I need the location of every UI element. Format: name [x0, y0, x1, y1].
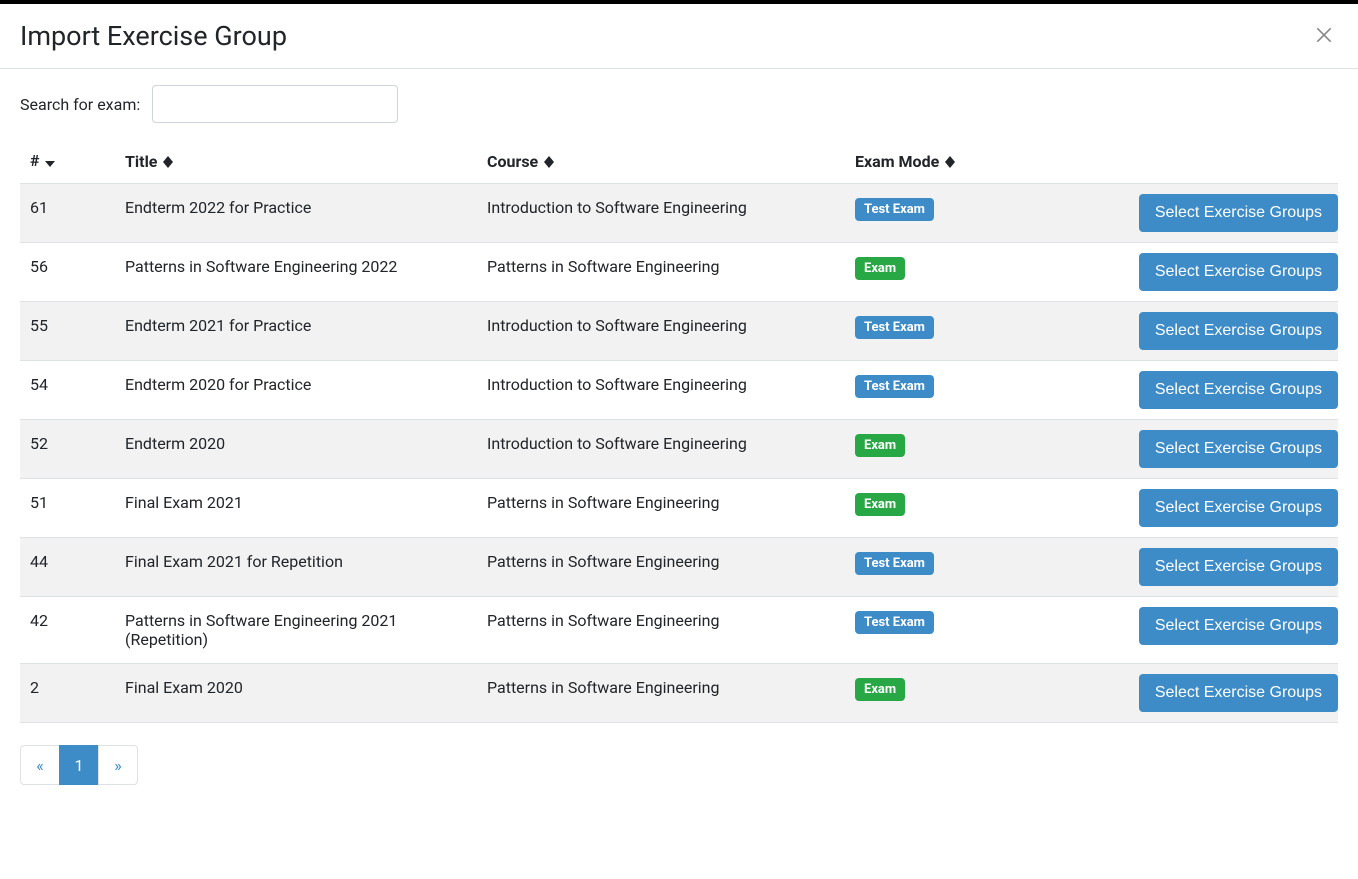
cell-id: 54: [20, 361, 115, 420]
cell-id: 42: [20, 597, 115, 664]
cell-action: Select Exercise Groups: [1115, 243, 1338, 302]
exam-badge: Exam: [855, 257, 905, 280]
modal-title: Import Exercise Group: [20, 20, 287, 52]
cell-exam-mode: Test Exam: [845, 361, 1115, 420]
select-exercise-groups-button[interactable]: Select Exercise Groups: [1139, 194, 1338, 232]
exam-badge: Exam: [855, 678, 905, 701]
column-header-title[interactable]: Title: [115, 141, 477, 184]
select-exercise-groups-button[interactable]: Select Exercise Groups: [1139, 371, 1338, 409]
close-button[interactable]: [1310, 21, 1338, 52]
cell-id: 52: [20, 420, 115, 479]
cell-exam-mode: Exam: [845, 243, 1115, 302]
cell-course: Patterns in Software Engineering: [477, 243, 845, 302]
column-header-exam-mode[interactable]: Exam Mode: [845, 141, 1115, 184]
cell-action: Select Exercise Groups: [1115, 420, 1338, 479]
cell-action: Select Exercise Groups: [1115, 302, 1338, 361]
table-row: 61Endterm 2022 for PracticeIntroduction …: [20, 184, 1338, 243]
cell-course: Introduction to Software Engineering: [477, 184, 845, 243]
table-row: 56Patterns in Software Engineering 2022P…: [20, 243, 1338, 302]
cell-exam-mode: Test Exam: [845, 597, 1115, 664]
test-exam-badge: Test Exam: [855, 611, 934, 634]
cell-course: Introduction to Software Engineering: [477, 420, 845, 479]
cell-title: Endterm 2021 for Practice: [115, 302, 477, 361]
cell-exam-mode: Test Exam: [845, 184, 1115, 243]
select-exercise-groups-button[interactable]: Select Exercise Groups: [1139, 430, 1338, 468]
test-exam-badge: Test Exam: [855, 552, 934, 575]
pagination-prev[interactable]: «: [20, 745, 60, 785]
cell-id: 44: [20, 538, 115, 597]
cell-course: Introduction to Software Engineering: [477, 361, 845, 420]
close-icon: [1314, 25, 1334, 48]
cell-title: Final Exam 2021: [115, 479, 477, 538]
table-row: 44Final Exam 2021 for RepetitionPatterns…: [20, 538, 1338, 597]
table-row: 42Patterns in Software Engineering 2021 …: [20, 597, 1338, 664]
cell-course: Patterns in Software Engineering: [477, 664, 845, 723]
sort-desc-icon: [45, 152, 55, 171]
cell-course: Patterns in Software Engineering: [477, 597, 845, 664]
search-row: Search for exam:: [20, 85, 1338, 123]
pagination-next[interactable]: »: [98, 745, 138, 785]
select-exercise-groups-button[interactable]: Select Exercise Groups: [1139, 253, 1338, 291]
table-row: 2Final Exam 2020Patterns in Software Eng…: [20, 664, 1338, 723]
search-input[interactable]: [152, 85, 398, 123]
cell-title: Endterm 2022 for Practice: [115, 184, 477, 243]
cell-title: Patterns in Software Engineering 2021 (R…: [115, 597, 477, 664]
cell-exam-mode: Test Exam: [845, 302, 1115, 361]
exam-badge: Exam: [855, 493, 905, 516]
test-exam-badge: Test Exam: [855, 198, 934, 221]
column-header-id[interactable]: #: [20, 141, 115, 184]
modal-body: Search for exam: # Title: [0, 69, 1358, 801]
cell-id: 56: [20, 243, 115, 302]
modal-header: Import Exercise Group: [0, 4, 1358, 69]
select-exercise-groups-button[interactable]: Select Exercise Groups: [1139, 548, 1338, 586]
test-exam-badge: Test Exam: [855, 316, 934, 339]
select-exercise-groups-button[interactable]: Select Exercise Groups: [1139, 607, 1338, 645]
cell-course: Patterns in Software Engineering: [477, 538, 845, 597]
cell-title: Patterns in Software Engineering 2022: [115, 243, 477, 302]
column-header-action: [1115, 141, 1338, 184]
cell-action: Select Exercise Groups: [1115, 538, 1338, 597]
cell-course: Introduction to Software Engineering: [477, 302, 845, 361]
cell-action: Select Exercise Groups: [1115, 479, 1338, 538]
cell-action: Select Exercise Groups: [1115, 361, 1338, 420]
cell-id: 2: [20, 664, 115, 723]
table-row: 51Final Exam 2021Patterns in Software En…: [20, 479, 1338, 538]
sort-icon: [945, 156, 955, 168]
sort-icon: [544, 156, 554, 168]
cell-id: 51: [20, 479, 115, 538]
cell-id: 55: [20, 302, 115, 361]
table-row: 54Endterm 2020 for PracticeIntroduction …: [20, 361, 1338, 420]
cell-id: 61: [20, 184, 115, 243]
cell-course: Patterns in Software Engineering: [477, 479, 845, 538]
cell-title: Endterm 2020 for Practice: [115, 361, 477, 420]
cell-action: Select Exercise Groups: [1115, 184, 1338, 243]
select-exercise-groups-button[interactable]: Select Exercise Groups: [1139, 489, 1338, 527]
cell-action: Select Exercise Groups: [1115, 597, 1338, 664]
select-exercise-groups-button[interactable]: Select Exercise Groups: [1139, 312, 1338, 350]
pagination-page[interactable]: 1: [59, 745, 99, 785]
column-header-course[interactable]: Course: [477, 141, 845, 184]
search-label: Search for exam:: [20, 95, 140, 114]
exams-table: # Title Course: [20, 141, 1338, 723]
cell-exam-mode: Exam: [845, 420, 1115, 479]
cell-title: Endterm 2020: [115, 420, 477, 479]
cell-title: Final Exam 2020: [115, 664, 477, 723]
exam-badge: Exam: [855, 434, 905, 457]
table-row: 52Endterm 2020Introduction to Software E…: [20, 420, 1338, 479]
import-exercise-group-modal: Import Exercise Group Search for exam: #: [0, 4, 1358, 801]
sort-icon: [163, 156, 173, 168]
cell-exam-mode: Exam: [845, 664, 1115, 723]
cell-exam-mode: Exam: [845, 479, 1115, 538]
select-exercise-groups-button[interactable]: Select Exercise Groups: [1139, 674, 1338, 712]
cell-action: Select Exercise Groups: [1115, 664, 1338, 723]
table-row: 55Endterm 2021 for PracticeIntroduction …: [20, 302, 1338, 361]
cell-exam-mode: Test Exam: [845, 538, 1115, 597]
cell-title: Final Exam 2021 for Repetition: [115, 538, 477, 597]
pagination: « 1 »: [20, 745, 1338, 785]
test-exam-badge: Test Exam: [855, 375, 934, 398]
